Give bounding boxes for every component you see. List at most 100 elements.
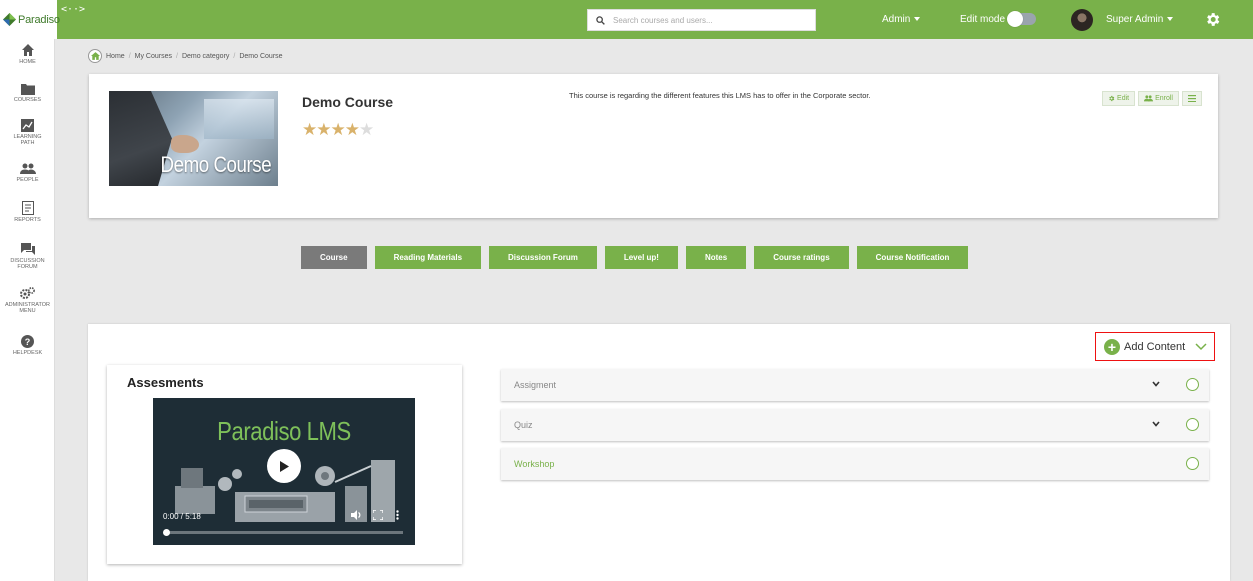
tab-course[interactable]: Course (301, 246, 367, 269)
search-input[interactable] (613, 15, 803, 25)
chevron-down-icon[interactable] (1152, 421, 1160, 427)
tab-reading-materials[interactable]: Reading Materials (374, 246, 482, 269)
section-assignment[interactable]: Assigment (501, 369, 1209, 401)
video-progress-handle[interactable] (163, 529, 170, 536)
fullscreen-icon[interactable] (372, 509, 384, 523)
course-description: This course is regarding the different f… (569, 91, 871, 100)
star-icon: ★ (302, 120, 317, 139)
sidebar-collapse-toggle[interactable]: <··> (61, 4, 85, 15)
course-tabs: Course Reading Materials Discussion Foru… (301, 246, 969, 269)
chat-icon (20, 243, 35, 255)
volume-icon[interactable] (351, 510, 362, 523)
course-image: Demo Course (109, 91, 278, 186)
caret-down-icon (914, 17, 921, 22)
assessments-card: Assesments Paradiso LMS 0:00 / 5:18 (107, 365, 462, 564)
sidebar-item-label: LEARNING PATH (13, 134, 42, 146)
edit-mode-label: Edit mode (960, 14, 1006, 25)
chevron-down-icon (1195, 342, 1207, 350)
gear-icon (1109, 95, 1115, 102)
add-content-button[interactable]: + Add Content (1095, 332, 1215, 361)
section-quiz[interactable]: Quiz (501, 409, 1209, 441)
section-label: Quiz (514, 420, 533, 430)
folder-icon (20, 84, 35, 95)
breadcrumb-separator: / (175, 52, 178, 60)
sidebar-item-home[interactable]: HOME (0, 43, 55, 65)
sidebar-item-courses[interactable]: COURSES (0, 83, 55, 103)
sidebar-item-reports[interactable]: REPORTS (0, 201, 55, 223)
svg-text:?: ? (25, 337, 31, 347)
star-empty-icon: ★ (359, 120, 374, 139)
sidebar-item-label: HELPDESK (12, 350, 43, 356)
star-icon: ★ (344, 120, 360, 139)
completion-circle-icon[interactable] (1186, 457, 1199, 470)
menu-button[interactable] (1182, 91, 1202, 106)
tab-discussion-forum[interactable]: Discussion Forum (489, 246, 597, 269)
paradiso-logo[interactable]: Paradiso (0, 0, 60, 39)
more-options-icon[interactable] (396, 510, 399, 523)
sidebar-item-label: PEOPLE (16, 177, 39, 183)
chevron-down-icon[interactable] (1152, 381, 1160, 387)
logo-mark-icon (3, 13, 16, 26)
course-actions: Edit Enroll (1102, 91, 1202, 106)
help-icon: ? (21, 335, 34, 348)
tab-level-up[interactable]: Level up! (604, 246, 678, 269)
course-image-title: Demo Course (160, 152, 272, 177)
sidebar-item-label: REPORTS (14, 217, 41, 223)
rating-stars: ★★★★★ (302, 120, 374, 140)
search-box (587, 9, 816, 31)
breadcrumb-category[interactable]: Demo category (182, 53, 229, 60)
add-content-label: Add Content (1124, 340, 1186, 353)
plus-circle-icon: + (1104, 338, 1120, 355)
enroll-label: Enroll (1155, 95, 1173, 102)
breadcrumb-separator: / (233, 52, 236, 60)
hamburger-icon (1188, 95, 1196, 102)
course-title: Demo Course (302, 94, 394, 110)
image-screen (204, 99, 274, 139)
video-progress-bar[interactable] (163, 529, 403, 536)
home-icon (21, 44, 34, 56)
section-workshop[interactable]: Workshop (501, 448, 1209, 480)
logo-text: Paradiso (18, 13, 60, 26)
tab-notes[interactable]: Notes (685, 246, 747, 269)
enroll-button[interactable]: Enroll (1138, 91, 1179, 106)
user-dropdown[interactable]: Super Admin (1106, 14, 1174, 25)
breadcrumb-home-icon[interactable] (88, 49, 102, 63)
sidebar-item-learning-path[interactable]: LEARNING PATH (0, 119, 55, 146)
user-label: Super Admin (1106, 14, 1164, 25)
admin-label: Admin (882, 14, 911, 25)
breadcrumb-home[interactable]: Home (106, 53, 125, 60)
assessments-title: Assesments (127, 375, 204, 390)
section-label: Workshop (514, 459, 555, 469)
star-icon: ★ (330, 120, 346, 139)
avatar[interactable] (1071, 9, 1093, 31)
top-bar: Paradiso <··> Admin Edit mode Super Admi… (0, 0, 1253, 39)
settings-gear-icon[interactable] (1204, 11, 1221, 31)
breadcrumb: Home / My Courses / Demo category / Demo… (88, 49, 283, 63)
sidebar-item-label: DISCUSSION FORUM (10, 258, 45, 270)
sidebar-item-people[interactable]: PEOPLE (0, 163, 55, 183)
play-icon (280, 460, 289, 472)
tab-course-notification[interactable]: Course Notification (856, 246, 969, 269)
tab-course-ratings[interactable]: Course ratings (754, 246, 849, 269)
completion-circle-icon[interactable] (1186, 418, 1199, 431)
report-icon (21, 201, 34, 215)
image-hand (171, 135, 199, 153)
sidebar-item-label: COURSES (13, 97, 42, 103)
completion-circle-icon[interactable] (1186, 378, 1199, 391)
sidebar: HOME COURSES LEARNING PATH PEOPLE REPORT… (0, 39, 55, 581)
search-icon (596, 15, 605, 25)
star-icon: ★ (316, 120, 331, 139)
users-icon (1144, 95, 1154, 102)
admin-dropdown[interactable]: Admin (882, 14, 921, 25)
sidebar-item-administrator-menu[interactable]: ADMINISTRATOR MENU (0, 287, 55, 314)
sidebar-item-helpdesk[interactable]: ? HELPDESK (0, 335, 55, 356)
breadcrumb-my-courses[interactable]: My Courses (135, 53, 172, 60)
edit-mode-toggle[interactable] (1007, 11, 1036, 27)
section-label: Assigment (514, 380, 557, 390)
caret-down-icon (1167, 17, 1174, 22)
edit-button[interactable]: Edit (1102, 91, 1136, 106)
sidebar-item-discussion-forum[interactable]: DISCUSSION FORUM (0, 243, 55, 270)
video-brand-text: Paradiso LMS (217, 416, 351, 446)
video-player[interactable]: Paradiso LMS 0:00 / 5:18 (153, 398, 415, 545)
play-button[interactable] (267, 449, 301, 483)
